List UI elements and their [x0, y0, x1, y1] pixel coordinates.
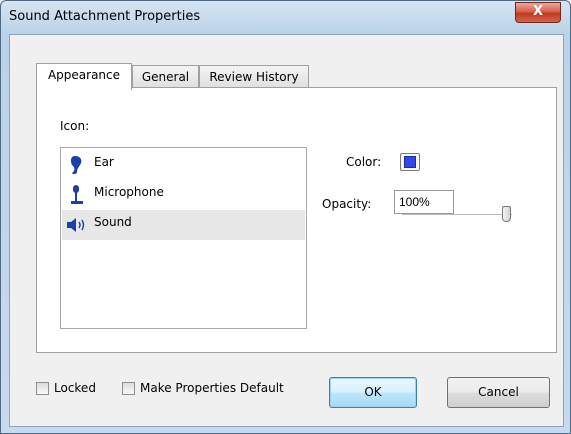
speaker-icon [67, 218, 85, 232]
cancel-button-label: Cancel [478, 385, 519, 399]
ok-button[interactable]: OK [329, 377, 417, 408]
microphone-icon [71, 185, 83, 204]
close-icon: X [532, 4, 544, 19]
close-button[interactable]: X [515, 2, 561, 23]
list-item-microphone[interactable]: Microphone [62, 180, 305, 210]
tab-review-history[interactable]: Review History [199, 65, 309, 89]
list-item-label: Microphone [94, 185, 164, 199]
icon-list[interactable]: Ear Microphone Sound [60, 147, 307, 329]
list-item-label: Ear [94, 155, 114, 169]
appearance-panel: Icon: Ear Microphone Sound Color: Opacit… [36, 87, 557, 353]
make-default-checkbox[interactable] [122, 382, 135, 395]
title-bar[interactable]: Sound Attachment Properties X [1, 1, 570, 35]
ear-icon [70, 156, 82, 175]
icon-label: Icon: [60, 119, 90, 133]
tab-review-history-label: Review History [209, 70, 299, 84]
list-item-ear[interactable]: Ear [62, 150, 305, 180]
list-item-label: Sound [94, 215, 132, 229]
dialog-client-area: Appearance General Review History Icon: … [9, 34, 564, 427]
ok-button-label: OK [364, 385, 382, 399]
tab-general[interactable]: General [132, 65, 199, 89]
opacity-slider-track[interactable] [402, 214, 512, 216]
tab-appearance[interactable]: Appearance [36, 63, 132, 90]
color-picker-button[interactable] [400, 153, 420, 171]
locked-label: Locked [54, 381, 96, 395]
tab-general-label: General [141, 70, 190, 84]
dialog-window: Sound Attachment Properties X Appearance… [0, 0, 571, 434]
color-swatch-fill [404, 156, 416, 168]
opacity-input[interactable] [394, 190, 454, 214]
opacity-slider-thumb[interactable] [502, 206, 511, 222]
window-title: Sound Attachment Properties [9, 9, 201, 24]
color-label: Color: [346, 155, 382, 169]
locked-checkbox[interactable] [36, 382, 49, 395]
tab-appearance-label: Appearance [47, 68, 121, 82]
list-item-sound[interactable]: Sound [62, 210, 305, 240]
make-default-label: Make Properties Default [140, 381, 284, 395]
cancel-button[interactable]: Cancel [447, 377, 550, 408]
opacity-label: Opacity: [322, 197, 372, 211]
